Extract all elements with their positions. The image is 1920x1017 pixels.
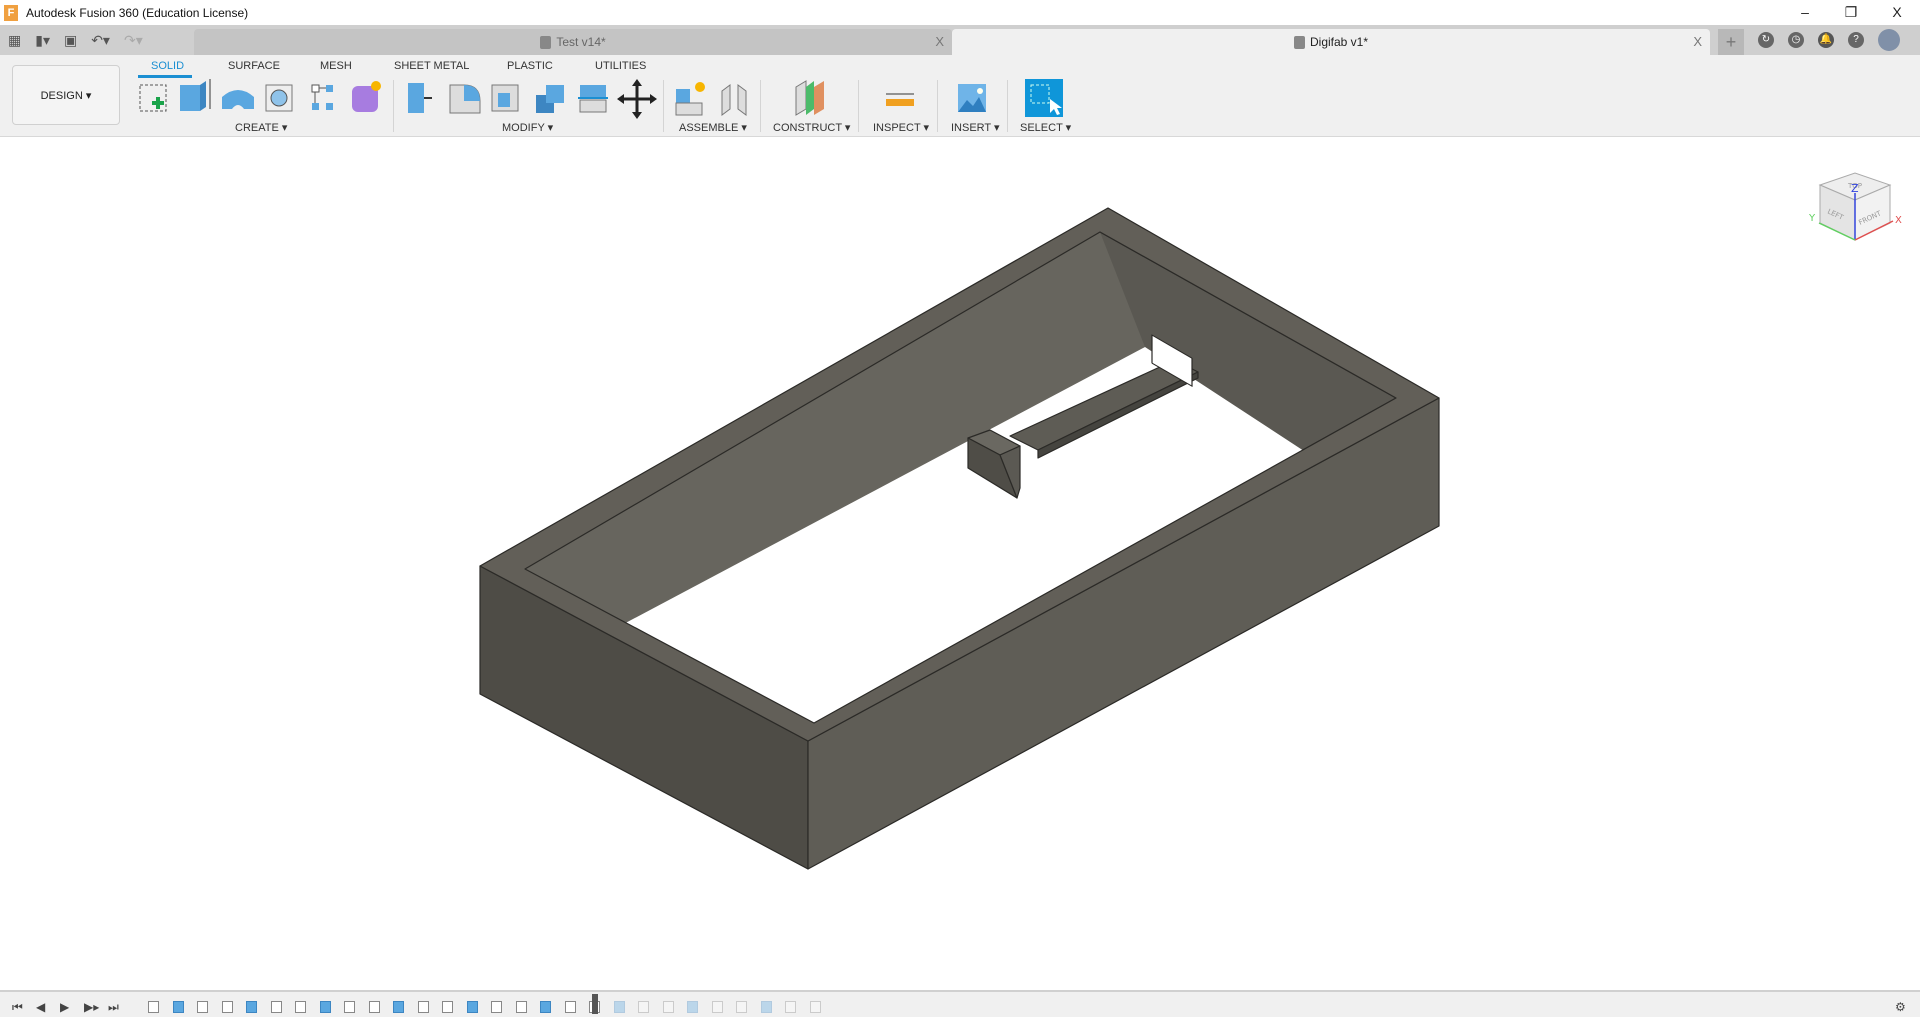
timeline-marker[interactable] [592, 994, 598, 1014]
timeline-settings-icon[interactable]: ⚙ [1895, 1000, 1906, 1014]
timeline-feature[interactable] [760, 1001, 772, 1013]
select-icon[interactable] [1025, 79, 1063, 117]
move-icon[interactable] [617, 79, 657, 119]
fillet-icon[interactable] [449, 84, 481, 114]
timeline-feature[interactable] [197, 1001, 208, 1013]
new-component-icon[interactable] [675, 82, 705, 116]
close-tab-button[interactable]: X [1693, 34, 1702, 49]
timeline-feature[interactable] [148, 1001, 159, 1013]
timeline-feature[interactable] [319, 1001, 331, 1013]
timeline-feature[interactable] [393, 1001, 404, 1013]
close-tab-button[interactable]: X [935, 34, 944, 49]
timeline-feature[interactable] [221, 1001, 233, 1013]
app-title: Autodesk Fusion 360 (Education License) [26, 5, 249, 20]
hole-icon[interactable] [265, 84, 293, 112]
timeline-feature[interactable] [344, 1001, 355, 1013]
save-icon[interactable]: ▣ [64, 32, 77, 49]
new-tab-button[interactable]: + [1718, 29, 1744, 55]
pattern-icon[interactable] [311, 84, 333, 110]
insert-menu[interactable]: INSERT ▾ [951, 121, 1000, 134]
redo-icon[interactable]: ↷▾ [124, 32, 143, 49]
tab-label: Digifab v1* [1309, 35, 1369, 49]
extrude-icon[interactable] [180, 79, 211, 111]
timeline-feature[interactable] [613, 1001, 625, 1013]
avatar[interactable] [1878, 29, 1900, 51]
tab-test-v14[interactable]: Test v14* X [194, 29, 952, 55]
combine-icon[interactable] [536, 85, 564, 113]
file-menu-icon[interactable]: ▮▾ [35, 32, 50, 49]
title-bar: F Autodesk Fusion 360 (Education License… [0, 0, 1920, 25]
timeline-prev-button[interactable]: ◀ [36, 1000, 45, 1014]
viewcube[interactable]: TOP LEFT FRONT Z X Y [1805, 155, 1915, 250]
tab-label: Test v14* [556, 35, 606, 49]
timeline-feature[interactable] [466, 1001, 478, 1013]
select-menu[interactable]: SELECT ▾ [1020, 121, 1071, 134]
3d-viewport[interactable]: TOP LEFT FRONT Z X Y [0, 137, 1920, 990]
timeline-feature[interactable] [662, 1001, 674, 1013]
timeline-feature[interactable] [270, 1001, 282, 1013]
timeline-next-button[interactable]: ▶▸ [84, 1000, 99, 1014]
notifications-bell-icon[interactable]: 🔔 [1818, 32, 1834, 48]
timeline-feature[interactable] [442, 1001, 453, 1013]
split-body-icon[interactable] [578, 85, 608, 113]
offset-plane-icon[interactable] [795, 80, 824, 116]
insert-image-icon[interactable] [958, 84, 986, 112]
timeline-feature[interactable] [564, 1001, 576, 1013]
tab-digifab-v1[interactable]: Digifab v1* X [952, 29, 1710, 55]
app-grid-icon[interactable]: ▦ [8, 32, 21, 49]
timeline-feature[interactable] [295, 1001, 306, 1013]
help-icon[interactable]: ? [1848, 32, 1864, 48]
timeline-feature[interactable] [711, 1001, 723, 1013]
model-canvas[interactable] [0, 137, 1920, 990]
measure-icon[interactable] [886, 93, 914, 106]
timeline-last-button[interactable]: ⏭ [108, 1000, 119, 1015]
y-axis-label: Y [1808, 213, 1816, 224]
job-status-icon[interactable]: ↻ [1758, 32, 1774, 48]
create-menu[interactable]: CREATE ▾ [235, 121, 287, 134]
timeline-feature[interactable] [687, 1001, 698, 1013]
create-sketch-icon[interactable] [139, 84, 167, 112]
timeline-feature[interactable] [809, 1001, 821, 1013]
assemble-menu[interactable]: ASSEMBLE ▾ [679, 121, 747, 134]
joint-icon[interactable] [721, 84, 747, 116]
x-axis-label: X [1895, 215, 1902, 226]
timeline-feature[interactable] [417, 1001, 429, 1013]
timeline-feature[interactable] [246, 1001, 257, 1013]
timeline-feature[interactable] [736, 1001, 747, 1013]
component-icon [1293, 35, 1305, 49]
app-logo: F [4, 4, 18, 21]
revolve-icon[interactable] [222, 90, 254, 109]
timeline-feature[interactable] [515, 1001, 527, 1013]
z-axis-label: Z [1851, 182, 1859, 195]
timeline-feature[interactable] [368, 1001, 380, 1013]
timeline-first-button[interactable]: ⏮ [12, 1000, 23, 1015]
modify-menu[interactable]: MODIFY ▾ [502, 121, 553, 134]
timeline-feature[interactable] [172, 1001, 184, 1013]
undo-icon[interactable]: ↶▾ [91, 32, 110, 49]
history-clock-icon[interactable]: ◷ [1788, 32, 1804, 48]
restore-button[interactable]: ❐ [1828, 0, 1874, 25]
create-form-icon[interactable] [352, 81, 381, 112]
timeline-play-button[interactable]: ▶ [60, 1000, 69, 1014]
construct-menu[interactable]: CONSTRUCT ▾ [773, 121, 850, 134]
component-icon [540, 35, 552, 49]
close-button[interactable]: X [1874, 0, 1920, 25]
timeline: ⏮ ◀ ▶ ▶▸ ⏭ ⚙ [0, 990, 1920, 1017]
inspect-menu[interactable]: INSPECT ▾ [873, 121, 929, 134]
minimize-button[interactable]: – [1782, 0, 1828, 25]
timeline-feature[interactable] [785, 1001, 796, 1013]
timeline-feature[interactable] [540, 1001, 551, 1013]
press-pull-icon[interactable] [408, 83, 432, 113]
shell-icon[interactable] [491, 84, 519, 112]
timeline-feature[interactable] [638, 1001, 649, 1013]
timeline-feature[interactable] [491, 1001, 502, 1013]
document-tab-bar: ▦ ▮▾ ▣ ↶▾ ↷▾ Test v14* X Digifab v1* X +… [0, 25, 1920, 55]
